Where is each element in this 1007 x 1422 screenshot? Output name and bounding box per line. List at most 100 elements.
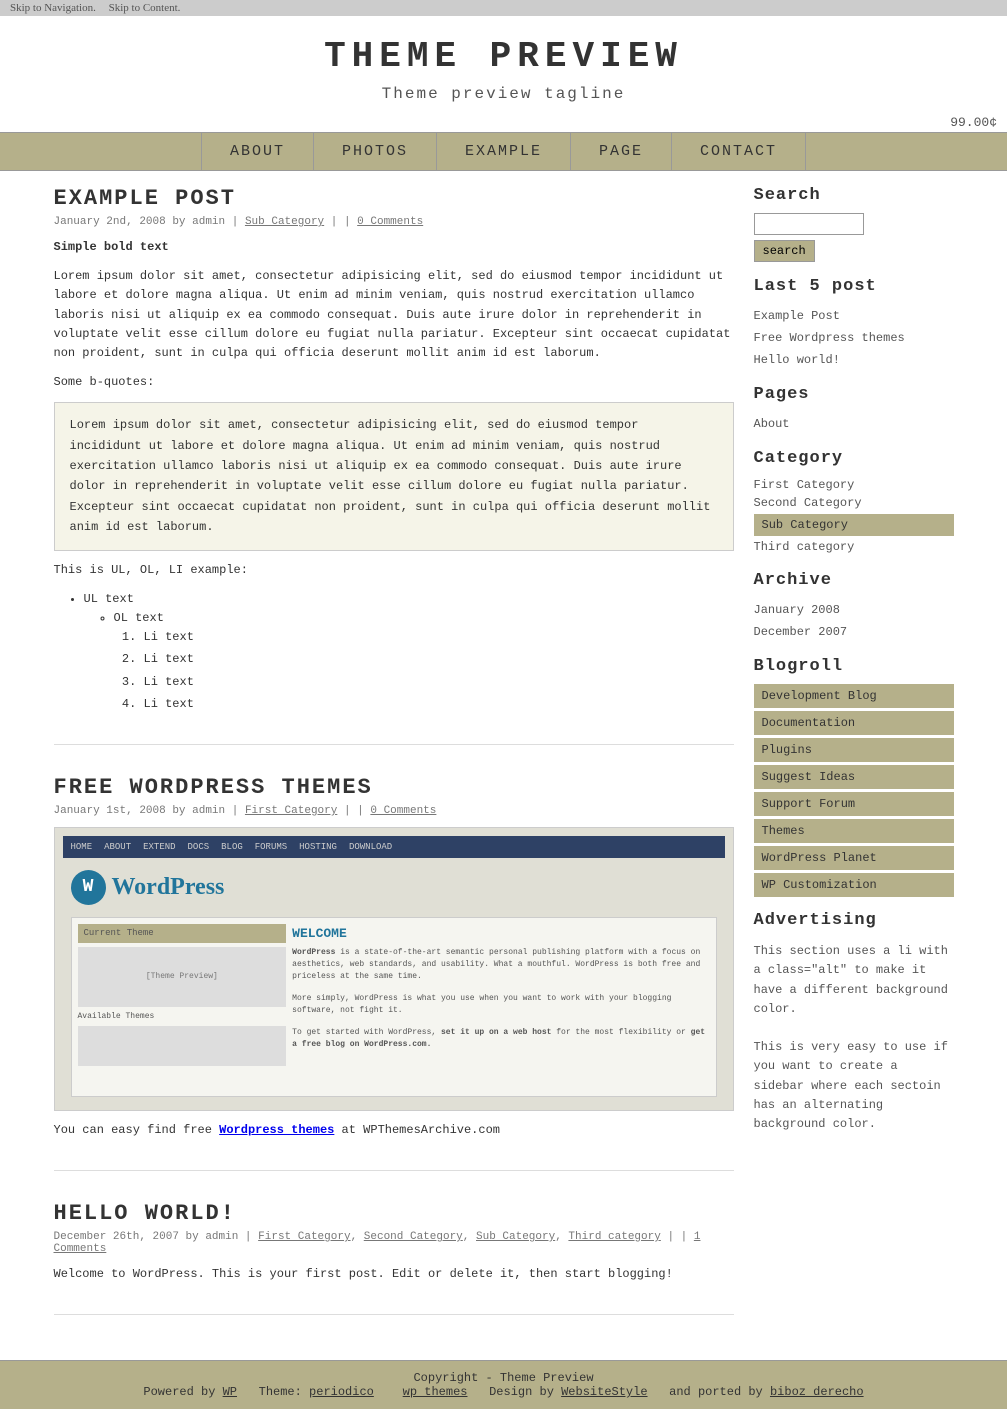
blogroll-link-plugins[interactable]: Plugins [754,738,954,762]
post-wp-link-text: You can easy find free Wordpress themes … [54,1121,734,1140]
footer-wp-themes-link[interactable]: wp themes [403,1385,468,1399]
post-blockquote: Lorem ipsum dolor sit amet, consectetur … [54,402,734,550]
archive-link-dec[interactable]: December 2007 [754,625,848,639]
post-free-wordpress: FREE WORDPRESS THEMES January 1st, 2008 … [54,775,734,1171]
advertising-text-2: This is very easy to use if you want to … [754,1038,954,1134]
main-wrapper: EXAMPLE POST January 2nd, 2008 by admin … [44,171,964,1360]
category-link-sub[interactable]: Sub Category [754,514,954,536]
last5-list: Example Post Free Wordpress themes Hello… [754,304,954,370]
category-link-first[interactable]: First Category [754,478,855,492]
blogroll-item: WP Customization [754,873,954,897]
post-meta-free-wp: January 1st, 2008 by admin | First Categ… [54,805,734,817]
pages-link-about[interactable]: About [754,417,790,431]
post-title-free-wp: FREE WORDPRESS THEMES [54,775,734,800]
post-content-hello-world: Welcome to WordPress. This is your first… [54,1265,734,1284]
footer-theme-label: Theme: [259,1385,302,1399]
wp-theme-preview: [Theme Preview] [78,947,287,1007]
blogroll-item: WordPress Planet [754,846,954,870]
nav-link-about[interactable]: ABOUT [201,133,314,170]
search-button[interactable]: search [754,240,815,262]
category-list: First Category Second Category Sub Categ… [754,476,954,556]
wp-image-container: HOME ABOUT EXTEND DOCS BLOG FORUMS HOSTI… [54,827,734,1111]
wp-screenshot-area: Current Theme [Theme Preview] Available … [71,917,717,1097]
post-hello-paragraph: Welcome to WordPress. This is your first… [54,1265,734,1284]
archive-item: December 2007 [754,620,954,642]
main-content: EXAMPLE POST January 2nd, 2008 by admin … [54,186,734,1345]
category-link-second[interactable]: Second Category [754,496,862,510]
archive-link-jan[interactable]: January 2008 [754,603,840,617]
archive-list: January 2008 December 2007 [754,598,954,642]
post-comments-link-free-wp[interactable]: 0 Comments [370,805,436,817]
category-item-first: First Category [754,476,954,494]
post-cat-link-subcategory[interactable]: Sub Category [245,216,324,228]
last5-link-example[interactable]: Example Post [754,309,840,323]
post-comments-link-example[interactable]: 0 Comments [357,216,423,228]
search-widget: search [754,213,954,262]
sidebar-pages-heading: Pages [754,385,954,404]
nav-item-contact: CONTACT [672,133,806,170]
nav-link-example[interactable]: EXAMPLE [437,133,571,170]
list-item: UL text OL text Li text Li text Li text … [84,590,734,714]
last5-link-hello[interactable]: Hello world! [754,353,840,367]
post-cat-link-first[interactable]: First Category [245,805,337,817]
post-cat-third[interactable]: Third category [568,1231,660,1243]
pages-list: About [754,412,954,434]
wp-themes-link[interactable]: Wordpress themes [219,1123,334,1137]
list-item: Li text [144,628,734,647]
site-footer: Copyright - Theme Preview Powered by WP … [0,1360,1007,1409]
blogroll-item: Plugins [754,738,954,762]
blogroll-link-support[interactable]: Support Forum [754,792,954,816]
nav-item-page: PAGE [571,133,672,170]
site-header: THEME PREVIEW Theme preview tagline [0,16,1007,113]
post-meta-hello-world: December 26th, 2007 by admin | First Cat… [54,1231,734,1255]
footer-porter-link[interactable]: biboz derecho [770,1385,864,1399]
blogroll-link-suggest[interactable]: Suggest Ideas [754,765,954,789]
footer-designer-link[interactable]: WebsiteStyle [561,1385,647,1399]
nav-link-page[interactable]: PAGE [571,133,672,170]
post-cat-second[interactable]: Second Category [364,1231,463,1243]
footer-copyright: Copyright - Theme Preview [10,1371,997,1385]
blogroll-link-dev[interactable]: Development Blog [754,684,954,708]
skip-to-content[interactable]: Skip to Content. [109,2,181,14]
list-item: Li text [144,673,734,692]
skip-links: Skip to Navigation. Skip to Content. [0,0,1007,16]
sidebar: Search search Last 5 post Example Post F… [754,186,954,1345]
sidebar-search-heading: Search [754,186,954,205]
wp-logo-circle: W [71,870,106,905]
wp-start-text: To get started with WordPress, set it up… [292,1027,709,1051]
wp-nav-blog: BLOG [221,840,243,854]
nav-item-about: ABOUT [201,133,314,170]
footer-theme-name[interactable]: periodico [309,1385,374,1399]
blogroll-link-docs[interactable]: Documentation [754,711,954,735]
blogroll-link-themes[interactable]: Themes [754,819,954,843]
post-cat-first[interactable]: First Category [258,1231,350,1243]
category-item-third: Third category [754,538,954,556]
last5-link-free-wp[interactable]: Free Wordpress themes [754,331,905,345]
blogroll-item: Themes [754,819,954,843]
advertising-heading: Advertising [754,907,954,934]
footer-wp-link[interactable]: WP [223,1385,237,1399]
category-item-second: Second Category [754,494,954,512]
post-example: EXAMPLE POST January 2nd, 2008 by admin … [54,186,734,745]
post-bold-text: Simple bold text [54,238,734,257]
nav-link-photos[interactable]: PHOTOS [314,133,437,170]
blogroll-link-wpcust[interactable]: WP Customization [754,873,954,897]
nav-link-contact[interactable]: CONTACT [672,133,806,170]
wp-more-text: More simply, WordPress is what you use w… [292,993,709,1017]
search-input[interactable] [754,213,864,235]
wp-welcome-heading: WELCOME [292,924,709,944]
wp-nav-docs: DOCS [188,840,210,854]
wp-nav-extend: EXTEND [143,840,175,854]
post-title-example: EXAMPLE POST [54,186,734,211]
post-cat-sub[interactable]: Sub Category [476,1231,555,1243]
list-item: Li text [144,650,734,669]
wp-welcome-text: WordPress is a state-of-the-art semantic… [292,947,709,983]
site-tagline: Theme preview tagline [10,85,997,103]
category-link-third[interactable]: Third category [754,540,855,554]
footer-credits: Powered by WP Theme: periodico wp themes… [10,1385,997,1399]
skip-to-nav[interactable]: Skip to Navigation. [10,2,96,14]
wp-nav-forums: FORUMS [255,840,287,854]
blogroll-link-planet[interactable]: WordPress Planet [754,846,954,870]
last5-item: Hello world! [754,348,954,370]
footer-ported-label: and ported by [669,1385,763,1399]
